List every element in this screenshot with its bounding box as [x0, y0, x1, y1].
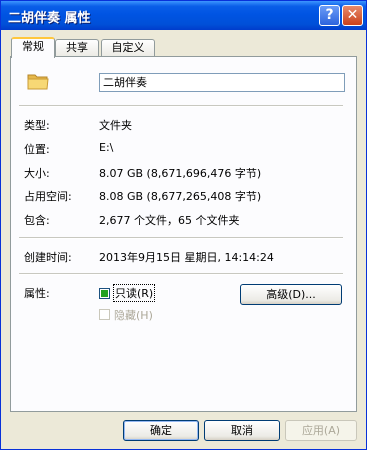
hidden-checkbox[interactable] — [99, 309, 110, 320]
separator — [19, 237, 343, 239]
location-value: E:\ — [99, 141, 114, 154]
created-value: 2013年9月15日 星期日, 14:14:24 — [99, 251, 274, 264]
location-label: 位置: — [24, 143, 50, 156]
folder-icon — [27, 74, 49, 90]
tab-general[interactable]: 常规 — [11, 37, 55, 58]
close-button[interactable]: ✕ — [342, 5, 363, 26]
size-value: 8.07 GB (8,671,696,476 字节) — [99, 167, 262, 180]
contains-label: 包含: — [24, 214, 50, 227]
size-label: 大小: — [24, 167, 50, 180]
general-panel: 二胡伴奏 类型: 文件夹 位置: E:\ 大小: 8.07 GB (8,671,… — [10, 56, 357, 412]
help-icon: ? — [325, 7, 334, 23]
attributes-label: 属性: — [24, 287, 50, 300]
type-label: 类型: — [24, 119, 50, 132]
advanced-button[interactable]: 高级(D)... — [240, 284, 342, 305]
contains-value: 2,677 个文件，65 个文件夹 — [99, 214, 240, 227]
help-button[interactable]: ? — [319, 5, 340, 26]
readonly-label[interactable]: 只读(R) — [112, 284, 156, 302]
separator — [19, 105, 343, 107]
hidden-label[interactable]: 隐藏(H) — [114, 307, 153, 323]
tab-sharing[interactable]: 共享 — [55, 39, 99, 56]
separator — [19, 273, 343, 275]
title-bar[interactable]: 二胡伴奏 属性 ? ✕ — [1, 1, 366, 30]
properties-window: 二胡伴奏 属性 ? ✕ 常规 共享 自定义 二胡伴奏 类型: 文件夹 位置: E… — [0, 0, 367, 450]
size-on-disk-value: 8.08 GB (8,677,265,408 字节) — [99, 190, 262, 203]
folder-name-input[interactable]: 二胡伴奏 — [99, 73, 345, 92]
size-on-disk-label: 占用空间: — [24, 190, 72, 203]
readonly-checkbox[interactable] — [99, 288, 110, 299]
created-label: 创建时间: — [24, 251, 72, 264]
window-title: 二胡伴奏 属性 — [8, 11, 91, 26]
ok-button[interactable]: 确定 — [123, 420, 199, 441]
apply-button[interactable]: 应用(A) — [285, 420, 357, 441]
cancel-button[interactable]: 取消 — [204, 420, 280, 441]
close-icon: ✕ — [346, 7, 359, 23]
type-value: 文件夹 — [99, 119, 132, 132]
tab-custom[interactable]: 自定义 — [101, 39, 155, 56]
